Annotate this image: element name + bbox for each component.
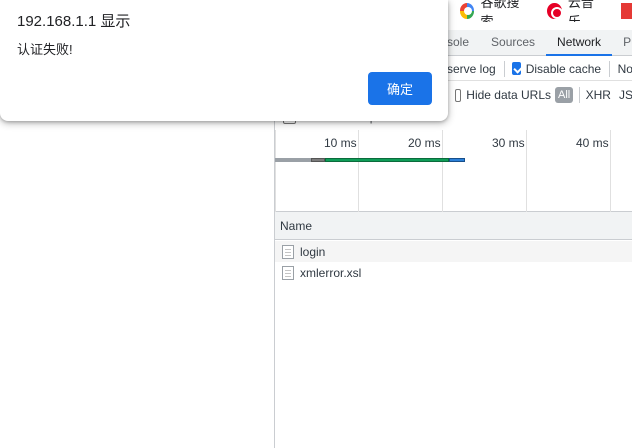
grid-line (358, 130, 359, 212)
throttling-select[interactable]: No (618, 62, 632, 76)
search-engine-icon (460, 3, 475, 19)
timeline-bar-download (449, 158, 465, 162)
document-icon (282, 265, 294, 280)
timeline-bar-waiting-ttfb (325, 158, 449, 162)
request-name: xmlerror.xsl (300, 265, 362, 280)
alert-dialog: 192.168.1.1 显示 认证失败! 确定 (0, 0, 448, 121)
disable-cache-label[interactable]: Disable cache (526, 62, 601, 76)
tab-performance[interactable]: P (612, 30, 632, 56)
timeline-bar-stalled (311, 158, 325, 162)
name-column-header[interactable]: Name (275, 212, 632, 240)
tab-sources[interactable]: Sources (480, 30, 546, 56)
divider (609, 60, 610, 77)
ok-button[interactable]: 确定 (368, 72, 432, 105)
grid-line (275, 130, 276, 212)
bookmark-icon[interactable] (621, 3, 632, 19)
table-row[interactable]: login (275, 241, 632, 262)
tick-label: 10 ms (324, 136, 357, 150)
music-icon (547, 3, 564, 19)
screen: 谷歌搜索 云音乐 sole Sources Network P serve lo… (0, 0, 632, 448)
bookmarks-bar: 谷歌搜索 云音乐 (440, 0, 632, 29)
hide-data-urls-checkbox[interactable] (455, 88, 462, 102)
filter-js-button[interactable]: JS (619, 88, 632, 102)
timeline-bar-waiting (275, 158, 311, 162)
preserve-log-label[interactable]: serve log (447, 62, 496, 76)
divider (503, 60, 505, 77)
tick-label: 30 ms (492, 136, 525, 150)
disable-cache-checkbox[interactable] (512, 62, 521, 75)
dialog-message: 认证失败! (17, 42, 73, 57)
tab-network[interactable]: Network (546, 30, 613, 56)
grid-line (442, 130, 443, 212)
filter-all-button[interactable]: All (555, 87, 574, 103)
grid-line (526, 130, 527, 212)
grid-line (610, 130, 611, 212)
filter-xhr-button[interactable]: XHR (586, 88, 611, 102)
table-row[interactable]: xmlerror.xsl (275, 262, 632, 283)
document-icon (282, 244, 294, 259)
network-overview[interactable]: 10 ms 20 ms 30 ms 40 ms (275, 130, 632, 212)
dialog-title: 192.168.1.1 显示 (17, 13, 131, 30)
tick-label: 20 ms (408, 136, 441, 150)
tick-label: 40 ms (576, 136, 609, 150)
request-name: login (300, 244, 326, 259)
hide-data-urls-label[interactable]: Hide data URLs (466, 88, 551, 102)
